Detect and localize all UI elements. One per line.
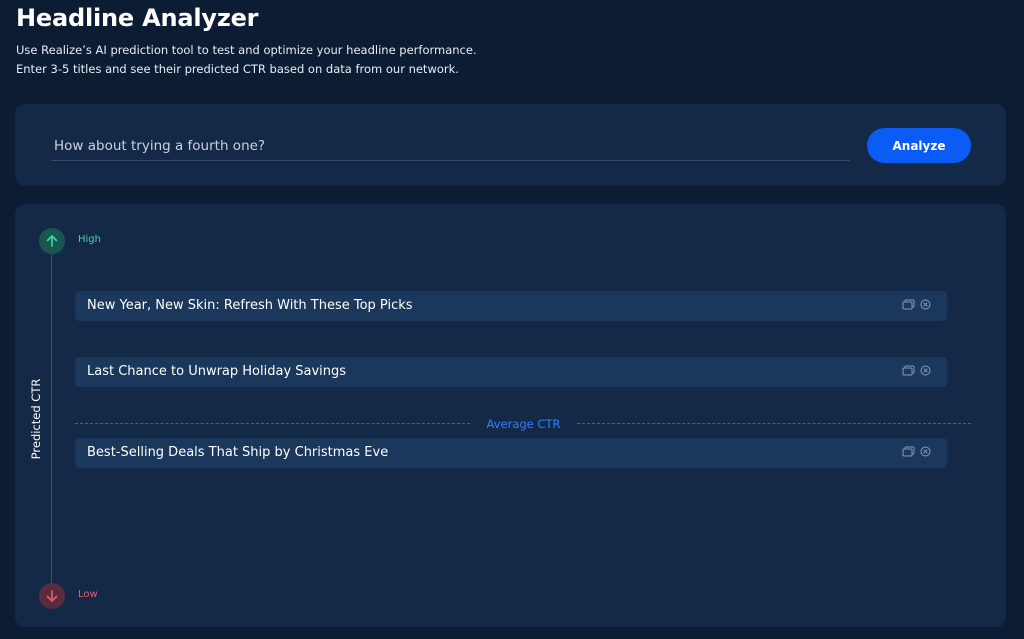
page-title: Headline Analyzer <box>16 4 259 32</box>
average-ctr-label: Average CTR <box>486 417 561 431</box>
arrow-down-icon <box>39 583 65 609</box>
remove-icon[interactable] <box>920 446 931 457</box>
headline-row[interactable]: Best-Selling Deals That Ship by Christma… <box>75 438 947 468</box>
average-ctr-divider-right <box>577 423 971 424</box>
subtitle-line-2: Enter 3-5 titles and see their predicted… <box>16 62 459 76</box>
remove-icon[interactable] <box>920 365 931 376</box>
copy-icon[interactable] <box>902 299 915 310</box>
headline-input-card: Analyze <box>15 104 1006 186</box>
predicted-ctr-axis-title: Predicted CTR <box>29 374 43 464</box>
headline-input[interactable] <box>51 132 850 161</box>
analyze-button[interactable]: Analyze <box>867 128 971 163</box>
subtitle-line-1: Use Realize’s AI prediction tool to test… <box>16 43 477 57</box>
headline-analyzer-page: Headline Analyzer Use Realize’s AI predi… <box>0 0 1024 639</box>
page-subtitle: Use Realize’s AI prediction tool to test… <box>16 41 477 79</box>
average-ctr-divider-left <box>75 423 470 424</box>
copy-icon[interactable] <box>902 365 915 376</box>
remove-icon[interactable] <box>920 299 931 310</box>
headline-row[interactable]: New Year, New Skin: Refresh With These T… <box>75 291 947 321</box>
headline-text: Best-Selling Deals That Ship by Christma… <box>87 445 389 460</box>
headline-row[interactable]: Last Chance to Unwrap Holiday Savings <box>75 357 947 387</box>
ctr-axis-line <box>51 254 52 584</box>
row-actions <box>902 365 931 376</box>
headline-text: Last Chance to Unwrap Holiday Savings <box>87 364 347 379</box>
ctr-chart-card <box>15 204 1006 627</box>
high-label: High <box>78 234 101 245</box>
copy-icon[interactable] <box>902 446 915 457</box>
row-actions <box>902 446 931 457</box>
headline-text: New Year, New Skin: Refresh With These T… <box>87 298 413 313</box>
low-label: Low <box>78 589 98 600</box>
row-actions <box>902 299 931 310</box>
arrow-up-icon <box>39 228 65 254</box>
